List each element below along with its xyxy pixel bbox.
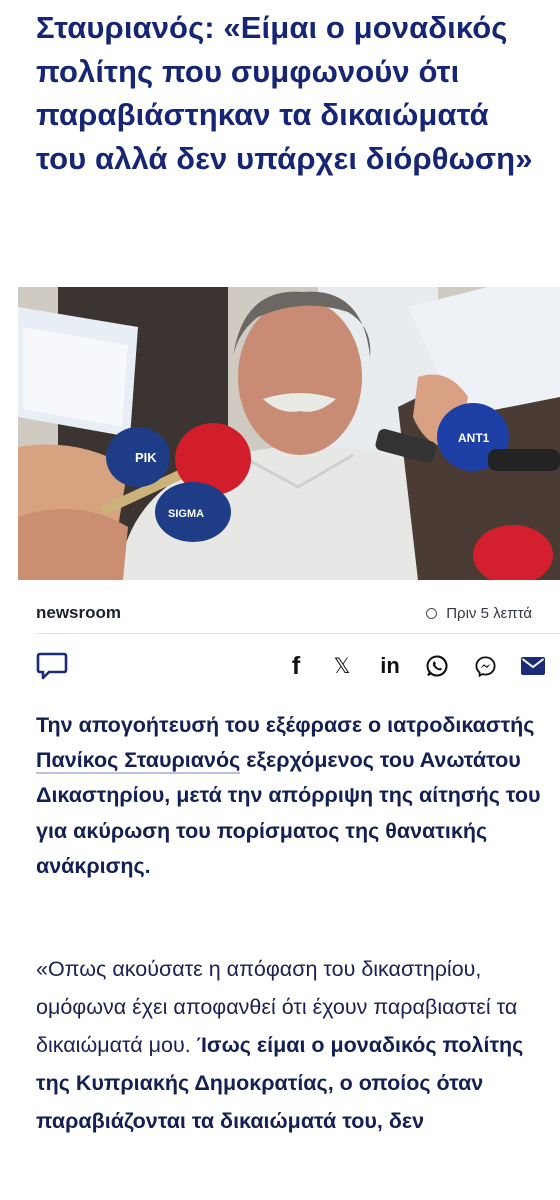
- time-ago-text: Πριν 5 λεπτά: [446, 604, 532, 622]
- mic-label-sigma: SIGMA: [168, 508, 204, 520]
- article-meta: newsroom Πριν 5 λεπτά: [36, 598, 532, 628]
- messenger-icon[interactable]: [472, 648, 498, 684]
- mic-label-ant1: ΑΝΤ1: [458, 431, 490, 445]
- article-lead: Την απογοήτευσή του εξέφρασε ο ιατροδικα…: [36, 708, 546, 884]
- lead-text-before: Την απογοήτευσή του εξέφρασε ο ιατροδικα…: [36, 713, 535, 737]
- share-bar: f 𝕏 in: [36, 648, 546, 684]
- comment-icon[interactable]: [36, 648, 68, 684]
- article-title: Σταυριανός: «Είμαι ο μοναδικός πολίτης π…: [36, 10, 533, 176]
- linkedin-icon[interactable]: in: [376, 648, 404, 684]
- meta-divider: [36, 633, 560, 634]
- hero-image: ΡΙΚ ΑΝΤ1 SIGMA: [18, 287, 560, 580]
- publish-time: Πριν 5 λεπτά: [426, 605, 532, 622]
- article-body: «Οπως ακούσατε η απόφαση του δικαστηρίου…: [36, 950, 552, 1140]
- mail-icon[interactable]: [520, 648, 546, 684]
- x-icon[interactable]: 𝕏: [330, 648, 354, 684]
- person-link[interactable]: Πανίκος Σταυριανός: [36, 748, 241, 775]
- author-name[interactable]: newsroom: [36, 603, 121, 623]
- mic-label-rik: ΡΙΚ: [135, 450, 157, 465]
- clock-icon: [426, 607, 438, 619]
- press-conference-photo: ΡΙΚ ΑΝΤ1 SIGMA: [18, 287, 560, 580]
- whatsapp-icon[interactable]: [424, 648, 450, 684]
- facebook-icon[interactable]: f: [284, 648, 308, 684]
